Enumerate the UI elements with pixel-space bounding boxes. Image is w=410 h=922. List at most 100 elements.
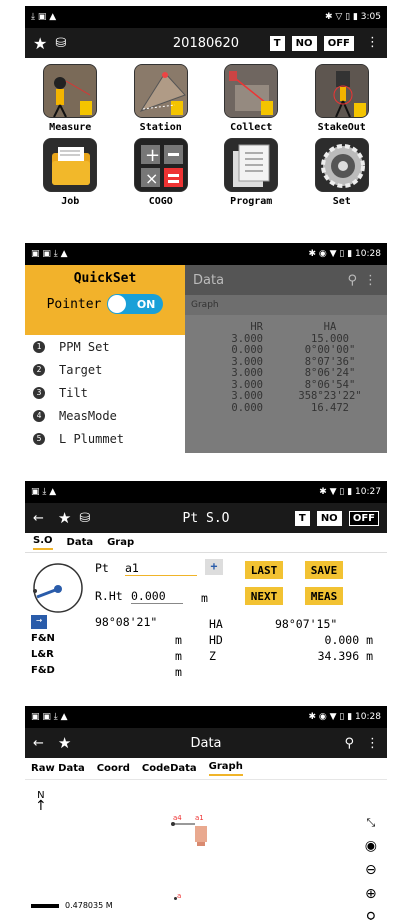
table-row[interactable]: 0.000 0°00'00" [185, 344, 387, 356]
drawer-item-measmode[interactable]: 4 MeasMode [25, 404, 185, 427]
tab-data[interactable]: Data [67, 537, 94, 548]
s2-body: Data ⚲ ⋮ Graph HR HA 3.000 15.000 0.000 0°… [25, 265, 387, 453]
tile-label: COGO [148, 196, 173, 207]
tile-cogo[interactable]: + × COGO [116, 138, 207, 210]
tab-codedata[interactable]: CodeData [142, 763, 197, 774]
flag-t[interactable]: T [294, 511, 310, 526]
last-button[interactable]: LAST [245, 561, 283, 579]
tab-graph[interactable]: Graph [208, 761, 243, 776]
number-badge: 5 [33, 432, 45, 445]
flags: T NO OFF [292, 510, 379, 526]
status-bar: ⤓ ▣ ▲ ✱ ▽ ▯ ▮ 3:05 [25, 6, 387, 28]
drawer-item-ppm[interactable]: 1 PPM Set [25, 335, 185, 358]
tab-so[interactable]: S.O [33, 535, 53, 550]
collect-icon [224, 64, 279, 118]
database-icon[interactable]: ⛁ [79, 511, 90, 526]
search-icon[interactable]: ⚲ [347, 273, 357, 288]
table-row[interactable]: 3.000 358°23'22" [185, 390, 387, 402]
tile-label: StakeOut [317, 122, 366, 133]
star-icon[interactable]: ★ [33, 34, 47, 53]
svg-text:+: + [145, 145, 160, 166]
svg-text:×: × [145, 169, 158, 188]
table-row[interactable]: 3.000 8°07'36" [185, 356, 387, 368]
app-bar: ← ★ Data ⚲ ⋮ [25, 728, 387, 758]
station-icon [133, 64, 188, 118]
tile-stakeout[interactable]: StakeOut [297, 64, 388, 136]
zoom-in-icon[interactable]: ⊕ [365, 886, 377, 902]
database-icon[interactable]: ⛁ [55, 36, 66, 51]
table-row[interactable]: 3.000 8°06'54" [185, 379, 387, 391]
cell: 3.000 [231, 378, 263, 391]
back-icon[interactable]: ← [33, 511, 44, 526]
flag-off[interactable]: OFF [348, 511, 379, 526]
next-button[interactable]: NEXT [245, 587, 283, 605]
cell: 3.000 [231, 390, 263, 402]
locate-icon[interactable]: ◉ [365, 838, 377, 854]
flag-no[interactable]: NO [291, 36, 317, 51]
pointer-label: Pointer [46, 296, 102, 312]
add-point-button[interactable]: + [205, 559, 223, 575]
fd-unit: m [175, 665, 182, 679]
app-bar: ★ ⛁ 20180620 T NO OFF ⋮ [25, 28, 387, 58]
search-icon[interactable]: ⚲ [366, 910, 376, 920]
tabs: Raw Data Coord CodeData Graph [25, 758, 387, 780]
tab-coord[interactable]: Coord [97, 763, 130, 774]
star-icon[interactable]: ★ [58, 734, 71, 752]
more-icon[interactable]: ⋮ [364, 273, 377, 288]
tab-raw-data[interactable]: Raw Data [31, 763, 85, 774]
tile-set[interactable]: Set [297, 138, 388, 210]
app-bar: ← ★ ⛁ Pt S.O T NO OFF [25, 503, 387, 533]
arrow-right-icon: → [31, 615, 47, 629]
drawer-item-target[interactable]: 2 Target [25, 358, 185, 381]
data-table: HR HA 3.000 15.000 0.000 0°00'00" 3.000 8°0… [185, 321, 387, 414]
measure-icon [43, 64, 98, 118]
number-badge: 2 [33, 363, 45, 376]
pointer-toggle[interactable]: ON [107, 294, 164, 314]
zoom-out-icon[interactable]: ⊖ [365, 862, 377, 878]
tile-label: Program [230, 196, 273, 207]
back-icon[interactable]: ← [33, 736, 44, 751]
table-row[interactable]: 3.000 15.000 [185, 333, 387, 345]
table-row[interactable]: 0.000 16.472 [185, 402, 387, 414]
home-screen: ⤓ ▣ ▲ ✱ ▽ ▯ ▮ 3:05 ★ ⛁ 20180620 T NO OFF… [25, 6, 387, 220]
collapse-icon[interactable]: ⤡ [366, 816, 375, 830]
flag-off[interactable]: OFF [323, 36, 354, 51]
tile-station[interactable]: Station [116, 64, 207, 136]
quickset-drawer: QuickSet Pointer ON 1 PPM Set 2 Target 3 Ti… [25, 265, 185, 453]
tile-job[interactable]: Job [25, 138, 116, 210]
meas-button[interactable]: MEAS [305, 587, 343, 605]
tile-measure[interactable]: Measure [25, 64, 116, 136]
status-bar: ▣ ▣ ⤓ ▲ ✱ ◉ ▼ ▯ ▮ 10:28 [25, 706, 387, 728]
tile-label: Set [332, 196, 351, 207]
more-icon[interactable]: ⋮ [366, 35, 379, 50]
col-hr: HR [250, 321, 263, 333]
pt-input[interactable]: a1 [125, 561, 197, 576]
rht-input[interactable]: 0.000 [131, 589, 183, 604]
search-icon[interactable]: ⚲ [344, 736, 354, 751]
tile-collect[interactable]: Collect [206, 64, 297, 136]
graph-canvas[interactable]: N ↑ a4 a1 a [25, 780, 387, 920]
cogo-calculator-icon: + × [133, 138, 188, 192]
rht-label: R.Ht [95, 589, 123, 603]
cell: 3.000 [231, 355, 263, 368]
star-icon[interactable]: ★ [58, 509, 71, 527]
flag-no[interactable]: NO [316, 511, 342, 526]
save-button[interactable]: SAVE [305, 561, 343, 579]
drawer-item-lplummet[interactable]: 5 L Plummet [25, 427, 185, 450]
ha-label: HA [209, 617, 223, 631]
lr-unit: m [175, 649, 182, 663]
status-right: ✱ ◉ ▼ ▯ ▮ 10:28 [308, 249, 381, 259]
cell: 8°06'24" [304, 367, 356, 379]
tile-program[interactable]: Program [206, 138, 297, 210]
flag-t[interactable]: T [269, 36, 285, 51]
more-icon[interactable]: ⋮ [366, 736, 379, 751]
drawer-item-tilt[interactable]: 3 Tilt [25, 381, 185, 404]
job-folder-icon [43, 138, 98, 192]
drawer-header: QuickSet Pointer ON [25, 265, 185, 335]
cell: 8°07'36" [304, 355, 356, 368]
tab-graph[interactable]: Graph [191, 300, 219, 310]
north-indicator: N ↑ [35, 790, 47, 813]
tab-graph[interactable]: Grap [107, 537, 134, 548]
fd-label: F&D [31, 665, 55, 676]
table-row[interactable]: 3.000 8°06'24" [185, 367, 387, 379]
